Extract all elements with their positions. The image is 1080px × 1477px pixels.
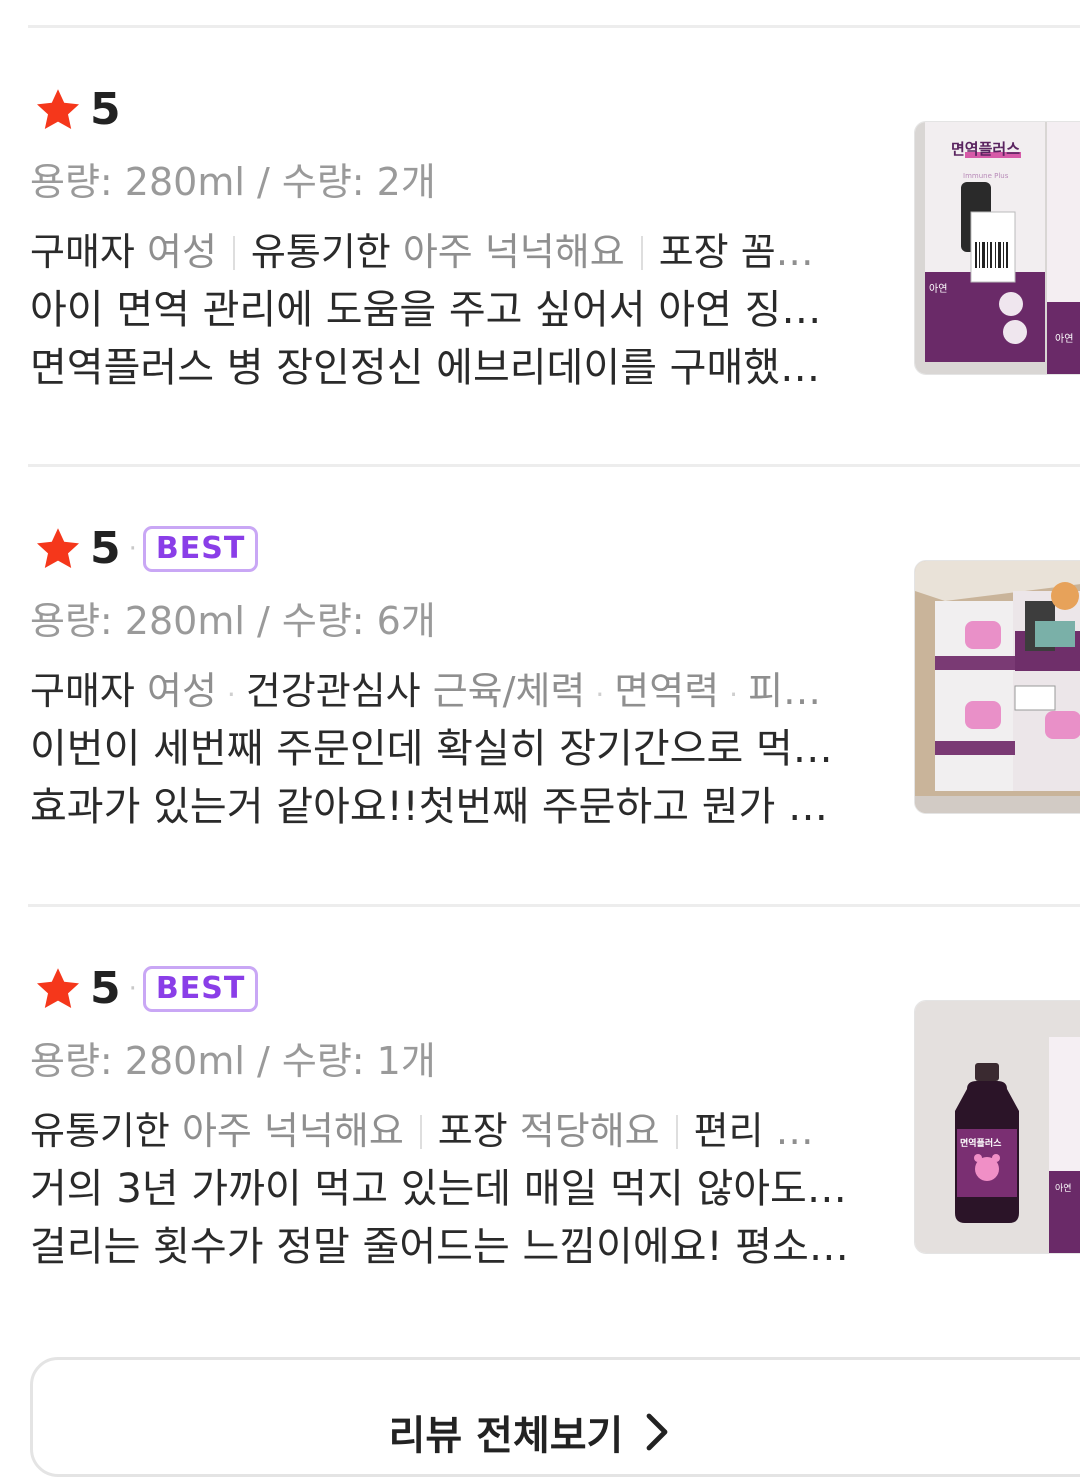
review-divider: [28, 904, 1080, 907]
star-icon: [37, 528, 79, 568]
tag-value: 근육/체력: [432, 669, 586, 713]
rating-score: 5: [90, 523, 121, 574]
rating-score: 5: [90, 84, 121, 135]
boxed-products-image: [915, 561, 1080, 813]
chevron-right-icon: [646, 1413, 668, 1451]
review-text-line: 효과가 있는거 같아요!!첫번째 주문하고 뭔가 효과...: [30, 784, 856, 830]
review-tags: 유통기한 아주 넉넉해요 포장 적당해요 편리 그냥...: [30, 1100, 848, 1155]
tag-key: 포장: [658, 230, 729, 274]
tag-value: 면역력: [614, 669, 720, 713]
separator-dot: ·: [128, 534, 137, 564]
review-text-line: 아이 면역 관리에 도움을 주고 싶어서 아연 징크시럽: [30, 287, 856, 333]
review-text: 아이 면역 관리에 도움을 주고 싶어서 아연 징크시럽 면역플러스 병 장인정…: [30, 281, 856, 397]
review-text-line: 거의 3년 가까이 먹고 있는데 매일 먹지 않아도 감기: [30, 1166, 856, 1212]
tag-separator: ·: [595, 678, 605, 711]
review-photo[interactable]: 면역플러스 아연: [914, 1000, 1080, 1254]
tag-key: 유통기한: [250, 230, 391, 274]
star-icon: [37, 89, 79, 129]
star-icon: [37, 968, 79, 1008]
tag-separator: [419, 1115, 422, 1149]
rating-row: 5 · BEST: [34, 523, 259, 574]
tag-value: 여성: [146, 669, 217, 713]
review-item[interactable]: 5 · BEST 용량: 280ml / 수량: 1개 유통기한 아주 넉넉해요…: [0, 964, 1080, 1384]
review-text: 이번이 세번째 주문인데 확실히 장기간으로 먹이니까 효과가 있는거 같아요!…: [30, 720, 856, 836]
review-text-line: 면역플러스 병 장인정신 에브리데이를 구매했습니...: [30, 345, 856, 391]
photo-label: 면역플러스: [960, 1137, 1002, 1149]
tag-value: 피로회...: [748, 669, 848, 713]
tag-value: 그냥...: [775, 1109, 848, 1153]
rating-score: 5: [90, 963, 121, 1014]
tag-key: 구매자: [30, 669, 135, 713]
tag-value: 적당해요: [519, 1109, 660, 1153]
purchase-option: 용량: 280ml / 수량: 2개: [30, 160, 436, 204]
tag-separator: ·: [729, 678, 739, 711]
tag-key: 구매자: [30, 230, 135, 274]
rating-row: 5 · BEST: [34, 963, 259, 1014]
photo-label: 아연: [1055, 1183, 1072, 1194]
photo-label: Immune Plus: [963, 172, 1009, 180]
review-item[interactable]: 5 용량: 280ml / 수량: 2개 구매자 여성 유통기한 아주 넉넉해요 포…: [0, 85, 1080, 505]
tag-key: 포장: [437, 1109, 508, 1153]
purchase-option: 용량: 280ml / 수량: 1개: [30, 1039, 436, 1083]
best-badge: BEST: [142, 526, 259, 572]
tag-value: 꼼꼼해...: [740, 230, 848, 274]
rating-row: 5: [34, 85, 121, 135]
view-all-reviews-label: 리뷰 전체보기: [388, 1413, 624, 1459]
tag-value: 여성: [146, 230, 217, 274]
photo-label: 아연: [1055, 333, 1073, 345]
tag-value: 아주 넉넉해요: [181, 1109, 404, 1153]
review-tags: 구매자 여성 · 건강관심사 근육/체력 · 면역력 · 피로회...: [30, 660, 848, 715]
tag-key: 편리: [693, 1109, 764, 1153]
view-all-reviews-button[interactable]: 리뷰 전체보기: [30, 1357, 1080, 1477]
product-box-image: 면역플러스 Immune Plus 아연 아연: [915, 122, 1080, 374]
top-divider: [28, 25, 1080, 28]
tag-value: 아주 넉넉해요: [402, 230, 625, 274]
photo-label: 아연: [929, 283, 947, 295]
tag-key: 건강관심사: [245, 669, 421, 713]
best-badge: BEST: [142, 966, 259, 1012]
review-text-line: 걸리는 횟수가 정말 줄어드는 느낌이에요! 평소는 ...: [30, 1224, 856, 1270]
review-photo[interactable]: 면역플러스 Immune Plus 아연 아연: [914, 121, 1080, 375]
separator-dot: ·: [128, 974, 137, 1004]
tag-separator: [232, 236, 235, 270]
tag-separator: [640, 236, 643, 270]
syrup-bottle-image: 면역플러스 아연: [915, 1001, 1080, 1253]
purchase-option: 용량: 280ml / 수량: 6개: [30, 599, 436, 643]
tag-key: 유통기한: [30, 1109, 170, 1153]
review-item[interactable]: 5 · BEST 용량: 280ml / 수량: 6개 구매자 여성 · 건강관심사…: [0, 524, 1080, 944]
photo-label: 면역플러스: [951, 140, 1020, 158]
review-tags: 구매자 여성 유통기한 아주 넉넉해요 포장 꼼꼼해...: [30, 221, 848, 276]
review-divider: [28, 464, 1080, 467]
review-text-line: 이번이 세번째 주문인데 확실히 장기간으로 먹이니까: [30, 726, 856, 772]
tag-separator: ·: [226, 678, 236, 711]
view-all-reviews-content: 리뷰 전체보기: [389, 1390, 672, 1474]
review-text: 거의 3년 가까이 먹고 있는데 매일 먹지 않아도 감기 걸리는 횟수가 정말…: [30, 1160, 856, 1276]
tag-separator: [675, 1115, 678, 1149]
review-photo[interactable]: [914, 560, 1080, 814]
